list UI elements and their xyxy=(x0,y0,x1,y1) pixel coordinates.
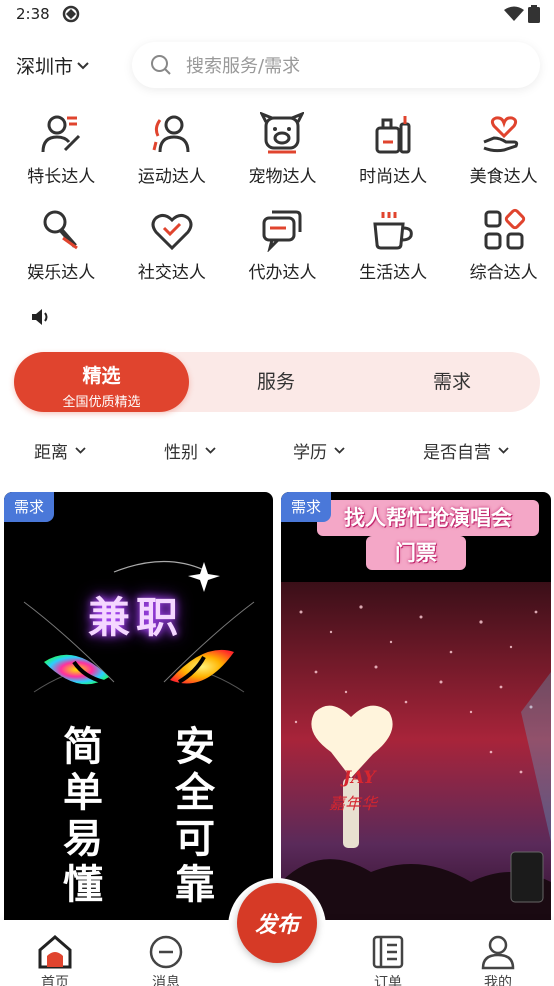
home-icon xyxy=(38,935,72,969)
tab-label: 消息 xyxy=(152,975,180,986)
filter-label: 是否自营 xyxy=(423,443,491,463)
search-input[interactable]: 搜索服务/需求 xyxy=(132,42,540,88)
category-specialty[interactable]: 特长达人 xyxy=(6,108,117,194)
tab-service[interactable]: 服务 xyxy=(216,352,336,412)
status-time: 2:38 xyxy=(16,5,50,23)
tab-home[interactable]: 首页 xyxy=(25,934,85,986)
hand-heart-icon xyxy=(483,116,518,153)
filter-label: 距离 xyxy=(34,443,68,463)
card-title-line1: 找人帮忙抢演唱会 xyxy=(317,500,539,536)
tab-messages[interactable]: 消息 xyxy=(136,934,196,986)
demand-badge: 需求 xyxy=(4,492,55,522)
chat-bubbles-icon xyxy=(262,210,302,252)
post-card[interactable]: 需求 找人帮忙抢演唱会 门票 JAY 嘉年华 xyxy=(281,492,551,932)
tab-label: 首页 xyxy=(41,975,69,986)
status-bar: 2:38 xyxy=(0,0,554,30)
category-label: 娱乐达人 xyxy=(27,263,96,283)
chevron-down-icon xyxy=(75,447,86,454)
category-errand[interactable]: 代办达人 xyxy=(227,204,338,290)
filter-gender[interactable]: 性别 xyxy=(164,438,216,463)
card-title-line2: 门票 xyxy=(366,536,466,570)
cup-icon xyxy=(373,212,413,250)
status-indicators xyxy=(504,5,540,23)
lightstick-text: JAY xyxy=(343,768,376,788)
category-label: 美食达人 xyxy=(469,167,538,187)
heart-icon xyxy=(151,213,193,251)
chevron-down-icon xyxy=(334,447,345,454)
category-grid: 特长达人 运动达人 宠物达人 时尚达人 美食达人 娱乐达人 社交达人 代办达人 … xyxy=(6,108,554,290)
filter-label: 性别 xyxy=(164,443,198,463)
city-selector[interactable]: 深圳市 xyxy=(16,52,89,79)
city-label: 深圳市 xyxy=(16,56,74,78)
demand-badge: 需求 xyxy=(281,492,332,522)
post-card[interactable]: 需求 兼职 简单易懂 安全可靠 xyxy=(4,492,273,932)
sync-icon xyxy=(62,5,80,23)
lightstick-subtext: 嘉年华 xyxy=(329,794,378,813)
orders-icon xyxy=(372,935,404,969)
category-label: 代办达人 xyxy=(248,263,317,283)
message-icon xyxy=(149,935,183,969)
grid-icon xyxy=(484,208,525,250)
category-label: 综合达人 xyxy=(469,263,538,283)
filter-label: 学历 xyxy=(293,443,327,463)
chevron-down-icon xyxy=(205,447,216,454)
filter-bar: 距离 性别 学历 是否自营 xyxy=(0,432,554,466)
category-label: 时尚达人 xyxy=(359,167,428,187)
category-sport[interactable]: 运动达人 xyxy=(117,108,228,194)
category-pet[interactable]: 宠物达人 xyxy=(227,108,338,194)
tab-demand[interactable]: 需求 xyxy=(392,352,512,412)
tab-orders[interactable]: 订单 xyxy=(358,934,418,986)
category-label: 社交达人 xyxy=(137,263,206,283)
category-food[interactable]: 美食达人 xyxy=(448,108,554,194)
search-placeholder: 搜索服务/需求 xyxy=(186,56,301,77)
category-fashion[interactable]: 时尚达人 xyxy=(338,108,449,194)
search-icon xyxy=(151,55,171,75)
chevron-down-icon xyxy=(77,61,89,69)
person-star-icon xyxy=(41,115,81,153)
pet-icon xyxy=(260,112,305,154)
speaker-icon[interactable] xyxy=(30,307,52,327)
card-left-column-text: 简单易懂 xyxy=(63,724,103,908)
fashion-icon xyxy=(375,116,411,154)
tab-profile[interactable]: 我的 xyxy=(468,934,528,986)
category-label: 生活达人 xyxy=(359,263,428,283)
chevron-down-icon xyxy=(498,447,509,454)
microphone-icon xyxy=(43,210,79,250)
category-general[interactable]: 综合达人 xyxy=(448,204,554,290)
concert-photo xyxy=(281,582,551,932)
category-entertainment[interactable]: 娱乐达人 xyxy=(6,204,117,290)
filter-distance[interactable]: 距离 xyxy=(34,438,86,463)
category-label: 宠物达人 xyxy=(248,167,317,187)
tab-featured-subtitle: 全国优质精选 xyxy=(62,395,141,410)
category-label: 运动达人 xyxy=(137,167,206,187)
wifi-icon xyxy=(504,6,524,21)
profile-icon xyxy=(481,935,515,970)
card-title: 兼职 xyxy=(88,593,185,642)
category-label: 特长达人 xyxy=(27,167,96,187)
category-social[interactable]: 社交达人 xyxy=(117,204,228,290)
tab-label: 订单 xyxy=(374,975,402,986)
tab-label: 我的 xyxy=(484,975,512,986)
publish-button[interactable]: 发布 xyxy=(237,883,317,963)
segment-control: 精选 全国优质精选 服务 需求 xyxy=(14,352,540,412)
category-life[interactable]: 生活达人 xyxy=(338,204,449,290)
filter-education[interactable]: 学历 xyxy=(293,438,345,463)
person-sport-icon xyxy=(152,115,190,153)
battery-icon xyxy=(528,5,540,23)
tab-featured-title: 精选 xyxy=(82,365,121,387)
tab-featured[interactable]: 精选 全国优质精选 xyxy=(14,352,189,412)
filter-self-operated[interactable]: 是否自营 xyxy=(423,438,509,463)
card-right-column-text: 安全可靠 xyxy=(175,724,215,908)
cat-eyes-illustration xyxy=(23,560,255,693)
